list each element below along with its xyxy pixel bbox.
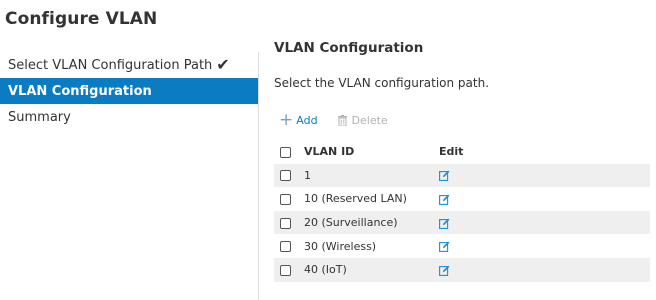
column-header-edit: Edit — [439, 145, 464, 159]
delete-button[interactable]: Delete — [337, 114, 388, 127]
step-label: Select VLAN Configuration Path — [8, 57, 213, 73]
edit-icon[interactable] — [439, 170, 450, 182]
select-all-checkbox[interactable] — [280, 146, 291, 158]
row-checkbox[interactable] — [280, 264, 291, 276]
step-select-path[interactable]: Select VLAN Configuration Path ✔ — [0, 52, 258, 78]
table-header-row: VLAN ID Edit — [274, 140, 650, 164]
add-label: Add — [296, 114, 318, 127]
section-description: Select the VLAN configuration path. — [274, 76, 490, 90]
edit-icon[interactable] — [439, 241, 450, 253]
vlan-id-cell: 30 (Wireless) — [304, 239, 377, 253]
table-row: 1 — [274, 163, 650, 188]
row-checkbox[interactable] — [280, 193, 291, 205]
row-checkbox[interactable] — [280, 241, 291, 253]
step-vlan-configuration[interactable]: VLAN Configuration — [0, 78, 258, 104]
step-summary[interactable]: Summary — [0, 104, 258, 130]
table-row: 40 (IoT) — [274, 257, 650, 282]
table-toolbar: + Add Delete — [279, 112, 388, 129]
wizard-steps: Select VLAN Configuration Path ✔ VLAN Co… — [0, 52, 258, 130]
row-checkbox[interactable] — [280, 170, 291, 182]
delete-label: Delete — [351, 114, 388, 127]
vlan-id-cell: 40 (IoT) — [304, 263, 347, 277]
plus-icon: + — [279, 110, 294, 130]
step-label: VLAN Configuration — [8, 83, 152, 99]
trash-icon — [337, 115, 347, 126]
section-title: VLAN Configuration — [274, 40, 424, 56]
edit-icon[interactable] — [439, 265, 450, 276]
vlan-id-cell: 10 (Reserved LAN) — [304, 192, 407, 206]
checkmark-icon: ✔ — [216, 55, 230, 74]
table-row: 20 (Surveillance) — [274, 210, 650, 235]
vlan-id-cell: 1 — [304, 168, 311, 182]
edit-icon[interactable] — [439, 194, 450, 205]
vlan-table: VLAN ID Edit 1 10 (Reserved LAN) 20 (Sur… — [274, 140, 650, 282]
step-label: Summary — [8, 109, 71, 125]
page-title: Configure VLAN — [5, 9, 158, 29]
row-checkbox[interactable] — [280, 217, 291, 229]
header-checkbox-cell — [274, 140, 304, 164]
column-header-vlan-id: VLAN ID — [304, 145, 355, 159]
table-row: 30 (Wireless) — [274, 234, 650, 258]
add-button[interactable]: + Add — [279, 112, 318, 129]
panel-divider — [258, 52, 259, 300]
vlan-id-cell: 20 (Surveillance) — [304, 216, 398, 230]
edit-icon[interactable] — [439, 218, 450, 229]
table-row: 10 (Reserved LAN) — [274, 187, 650, 211]
